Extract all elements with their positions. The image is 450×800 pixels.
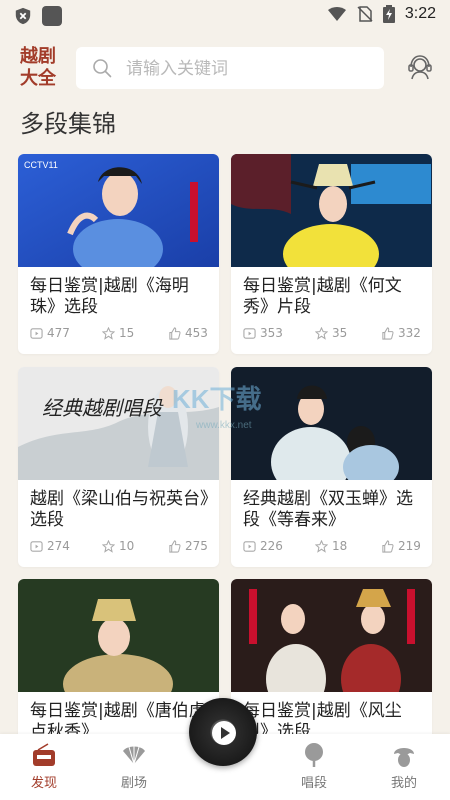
video-thumbnail[interactable]: 经典越剧唱段	[18, 367, 219, 480]
like-count-value: 219	[398, 539, 421, 553]
star-icon	[315, 539, 328, 553]
thumbs-up-icon	[169, 539, 181, 553]
play-count: 226	[243, 539, 283, 553]
shield-icon	[15, 7, 31, 25]
star-icon	[315, 326, 328, 340]
thumbs-up-icon	[382, 539, 394, 553]
round-fan-icon	[305, 743, 323, 767]
video-thumbnail[interactable]	[18, 579, 219, 692]
nav-label: 发现	[30, 776, 57, 791]
star-count-value: 15	[119, 326, 135, 340]
opera-headdress-icon	[394, 748, 414, 767]
star-count-value: 10	[119, 539, 135, 553]
star-icon	[102, 539, 115, 553]
play-icon	[243, 540, 256, 552]
star-count[interactable]: 10	[102, 539, 134, 553]
nav-theater[interactable]: 剧场	[104, 742, 164, 791]
section-title: 多段集锦	[20, 110, 116, 138]
radio-icon	[33, 743, 55, 766]
fan-icon	[123, 746, 145, 765]
nav-label: 唱段	[300, 776, 327, 791]
play-count-value: 226	[260, 539, 283, 553]
video-thumbnail[interactable]	[231, 367, 432, 480]
play-count-value: 274	[47, 539, 70, 553]
play-count: 353	[243, 326, 283, 340]
play-icon	[30, 327, 43, 339]
play-count-value: 477	[47, 326, 70, 340]
card-title: 每日鉴赏|越剧《何文秀》片段	[243, 276, 402, 317]
video-thumbnail[interactable]: CCTV11	[18, 154, 219, 267]
video-card[interactable]: 每日鉴赏|越剧《何文秀》片段 353 35 332	[231, 154, 432, 354]
nav-label: 剧场	[120, 776, 147, 791]
video-card[interactable]: 经典越剧唱段 越剧《梁山伯与祝英台》选段 274 10 275	[18, 367, 219, 567]
nav-mine[interactable]: 我的	[374, 742, 434, 791]
nav-label: 我的	[390, 776, 417, 791]
like-count[interactable]: 453	[168, 326, 208, 340]
star-count[interactable]: 35	[315, 326, 347, 340]
status-time: 3:22	[404, 5, 436, 22]
logo-line-2: 大全	[20, 68, 56, 89]
card-title: 越剧《梁山伯与祝英台》选段	[30, 489, 209, 530]
play-icon	[30, 540, 43, 552]
like-count-value: 332	[398, 326, 421, 340]
no-sim-icon	[357, 6, 373, 22]
card-stats: 226 18 219	[243, 539, 425, 555]
play-count-value: 353	[260, 326, 283, 340]
logo-line-1: 越剧	[20, 46, 56, 67]
play-icon	[243, 327, 256, 339]
nav-arias[interactable]: 唱段	[284, 742, 344, 791]
star-count[interactable]: 15	[102, 326, 134, 340]
wifi-icon	[327, 7, 346, 21]
search-icon	[93, 59, 112, 78]
player-disc-button[interactable]	[189, 698, 257, 766]
like-count[interactable]: 332	[381, 326, 421, 340]
like-count-value: 453	[185, 326, 208, 340]
search-bar[interactable]	[76, 47, 384, 91]
card-stats: 477 15 453	[30, 326, 212, 342]
like-count-value: 275	[185, 539, 208, 553]
star-count-value: 35	[332, 326, 348, 340]
thumb-calligraphy: 经典越剧唱段	[42, 396, 164, 420]
app-notification-icon	[42, 6, 62, 26]
channel-badge: CCTV11	[24, 160, 58, 170]
app-logo: 越剧 大全	[18, 46, 58, 90]
play-count: 274	[30, 539, 70, 553]
header: 越剧 大全	[0, 44, 450, 92]
star-count-value: 18	[332, 539, 348, 553]
thumbs-up-icon	[382, 326, 394, 340]
card-stats: 274 10 275	[30, 539, 212, 555]
play-icon	[212, 721, 236, 745]
video-thumbnail[interactable]	[231, 154, 432, 267]
card-title: 经典越剧《双玉蝉》选段《等春来》	[243, 489, 413, 530]
video-thumbnail[interactable]	[231, 579, 432, 692]
card-title: 每日鉴赏|越剧《海明珠》选段	[30, 276, 189, 317]
thumbs-up-icon	[169, 326, 181, 340]
video-card[interactable]: CCTV11 每日鉴赏|越剧《海明珠》选段 477 15 453	[18, 154, 219, 354]
nav-discover[interactable]: 发现	[14, 742, 74, 791]
video-card[interactable]: 经典越剧《双玉蝉》选段《等春来》 226 18 219	[231, 367, 432, 567]
like-count[interactable]: 219	[381, 539, 421, 553]
card-stats: 353 35 332	[243, 326, 425, 342]
like-count[interactable]: 275	[168, 539, 208, 553]
play-count: 477	[30, 326, 70, 340]
battery-icon	[382, 5, 395, 23]
star-icon	[102, 326, 115, 340]
status-bar: 3:22	[0, 0, 450, 32]
search-input[interactable]	[124, 47, 378, 91]
star-count[interactable]: 18	[315, 539, 347, 553]
headset-icon[interactable]	[406, 54, 434, 82]
